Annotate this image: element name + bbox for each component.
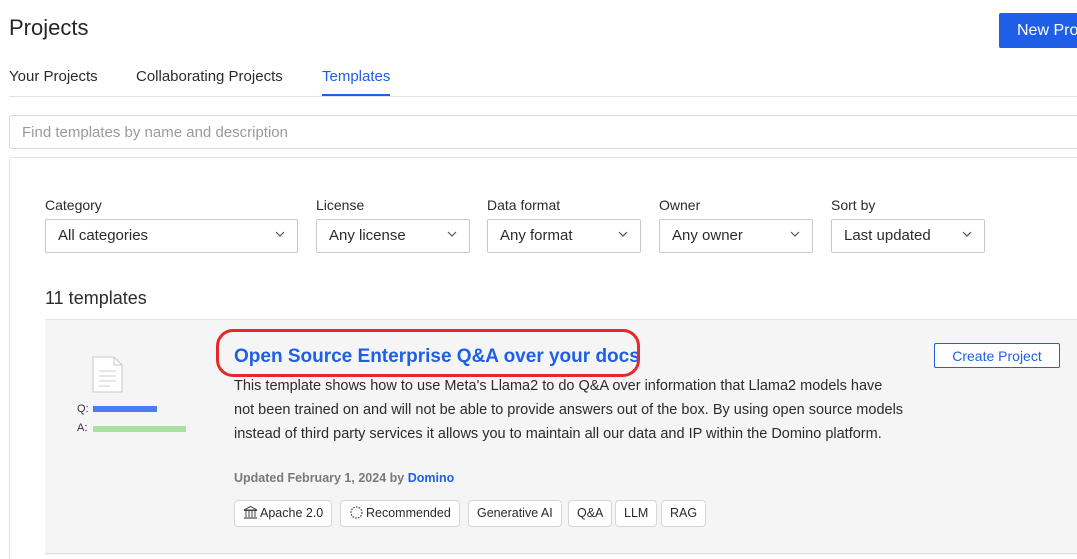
chevron-down-icon xyxy=(790,231,800,237)
license-filter-label: License xyxy=(316,197,365,213)
data-format-select-value: Any format xyxy=(500,227,573,244)
category-filter-label: Category xyxy=(45,197,102,213)
tab-your-projects[interactable]: Your Projects xyxy=(9,68,98,96)
template-count: 11 templates xyxy=(45,288,147,308)
chevron-down-icon xyxy=(447,231,457,237)
chevron-down-icon xyxy=(962,231,972,237)
thumbnail-q-bar xyxy=(93,406,157,412)
page-title: Projects xyxy=(9,15,89,40)
data-format-filter-label: Data format xyxy=(487,197,561,213)
tag-recommended[interactable]: Recommended xyxy=(340,500,460,527)
tag-generative-ai[interactable]: Generative AI xyxy=(468,500,562,527)
owner-filter-label: Owner xyxy=(659,197,701,213)
document-icon xyxy=(92,356,123,393)
highlight-annotation xyxy=(216,329,640,377)
updated-text: Updated February 1, 2024 by xyxy=(234,471,405,485)
create-project-button[interactable]: Create Project xyxy=(934,343,1060,368)
badge-icon xyxy=(350,506,363,519)
owner-select[interactable]: Any owner xyxy=(659,219,813,253)
tag-rag[interactable]: RAG xyxy=(661,500,707,527)
thumbnail-q-label: Q: xyxy=(77,403,89,415)
tag-label: Recommended xyxy=(366,506,451,520)
sort-by-filter-label: Sort by xyxy=(831,197,876,213)
sort-by-select[interactable]: Last updated xyxy=(831,219,985,253)
tag-llm[interactable]: LLM xyxy=(615,500,658,527)
category-select[interactable]: All categories xyxy=(45,219,298,253)
thumbnail-a-label: A: xyxy=(77,422,88,434)
license-select-value: Any license xyxy=(329,227,406,244)
author-link[interactable]: Domino xyxy=(408,471,455,485)
template-updated: Updated February 1, 2024 by Domino xyxy=(234,471,454,485)
tag-qa[interactable]: Q&A xyxy=(568,500,613,527)
tab-collaborating-projects[interactable]: Collaborating Projects xyxy=(136,68,283,96)
category-select-value: All categories xyxy=(58,227,149,244)
license-select[interactable]: Any license xyxy=(316,219,470,253)
tag-license[interactable]: Apache 2.0 xyxy=(234,500,333,527)
tab-templates[interactable]: Templates xyxy=(322,68,391,96)
chevron-down-icon xyxy=(275,231,285,237)
owner-select-value: Any owner xyxy=(672,227,743,244)
bank-icon xyxy=(243,505,258,519)
tag-label: Apache 2.0 xyxy=(260,506,324,520)
data-format-select[interactable]: Any format xyxy=(487,219,641,253)
tab-bar: Your Projects Collaborating Projects Tem… xyxy=(9,68,1077,97)
thumbnail-a-bar xyxy=(93,426,186,432)
new-project-button[interactable]: New Proj xyxy=(999,13,1077,48)
chevron-down-icon xyxy=(618,231,628,237)
sort-by-select-value: Last updated xyxy=(844,227,931,244)
template-description: This template shows how to use Meta's Ll… xyxy=(234,378,904,442)
template-search-input[interactable] xyxy=(9,115,1077,149)
card-divider xyxy=(45,553,1077,554)
